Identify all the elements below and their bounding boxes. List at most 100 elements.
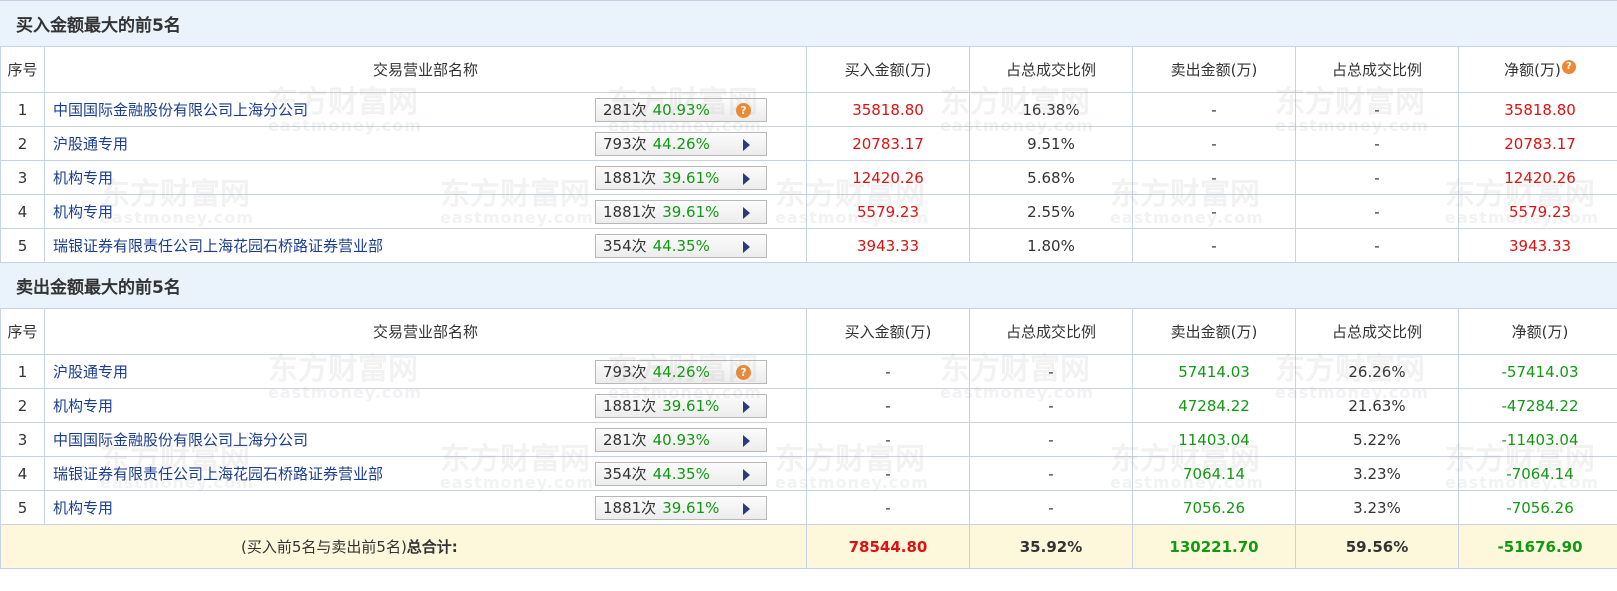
buy-amount: 5579.23: [806, 194, 970, 229]
row-number: 3: [0, 160, 45, 195]
broker-cell: 中国国际金融股份有限公司上海分公司 281次 40.93%: [44, 422, 807, 457]
buy-pct: -: [969, 422, 1133, 457]
play-arrow-icon[interactable]: [743, 469, 750, 481]
sell-section-title: 卖出金额最大的前5名: [0, 262, 1617, 309]
table-row: 4 瑞银证券有限责任公司上海花园石桥路证券营业部 354次 44.35% - -7064.…: [0, 456, 1617, 491]
broker-name[interactable]: 瑞银证券有限责任公司上海花园石桥路证券营业部: [53, 463, 383, 484]
buy-amount: 35818.80: [806, 92, 970, 127]
net-amount: -47284.22: [1457, 388, 1617, 423]
broker-cell: 机构专用 1881次 39.61%: [44, 388, 807, 423]
win-rate: 39.61%: [662, 169, 720, 187]
sell-amount: -: [1132, 194, 1296, 229]
win-rate: 44.35%: [652, 465, 710, 483]
broker-stats-button[interactable]: 1881次 39.61%: [595, 496, 767, 520]
win-rate: 40.93%: [652, 101, 710, 119]
net-amount: 20783.17: [1457, 126, 1617, 161]
buy-pct: -: [969, 354, 1133, 389]
table-row: 3 机构专用 1881次 39.61% 12420.26 5.68% - -12420.26: [0, 160, 1617, 195]
broker-cell: 沪股通专用 793次 44.26%: [44, 126, 807, 161]
list-count: 281次: [603, 101, 647, 119]
broker-name[interactable]: 瑞银证券有限责任公司上海花园石桥路证券营业部: [53, 235, 383, 256]
broker-stats-button[interactable]: 354次 44.35%: [595, 234, 767, 258]
play-arrow-icon[interactable]: [743, 139, 750, 151]
row-number: 3: [0, 422, 45, 457]
play-arrow-icon[interactable]: [743, 435, 750, 447]
header-sell: 卖出金额(万): [1132, 308, 1296, 355]
header-net: 净额(万)?: [1457, 46, 1617, 93]
play-arrow-icon[interactable]: [743, 173, 750, 185]
buy-amount: 20783.17: [806, 126, 970, 161]
row-number: 2: [0, 388, 45, 423]
play-arrow-icon[interactable]: [743, 207, 750, 219]
broker-cell: 机构专用 1881次 39.61%: [44, 490, 807, 525]
sell-pct: 21.63%: [1295, 388, 1459, 423]
sell-pct: -: [1295, 92, 1459, 127]
help-icon[interactable]: ?: [1561, 60, 1576, 74]
broker-name[interactable]: 机构专用: [53, 395, 113, 416]
list-count: 1881次: [603, 397, 657, 415]
header-sell: 卖出金额(万): [1132, 46, 1296, 93]
sell-amount: 57414.03: [1132, 354, 1296, 389]
list-count: 1881次: [603, 169, 657, 187]
table-row: 1 沪股通专用 793次 44.26%? - -57414.03 26.26% -57414.…: [0, 354, 1617, 389]
broker-stats-button[interactable]: 1881次 39.61%: [595, 200, 767, 224]
table-row: 2 机构专用 1881次 39.61% - -47284.22 21.63% -47284.2…: [0, 388, 1617, 423]
buy-amount: 12420.26: [806, 160, 970, 195]
help-icon[interactable]: ?: [736, 103, 751, 118]
table-row: 2 沪股通专用 793次 44.26% 20783.17 9.51% - -20783.17: [0, 126, 1617, 161]
broker-stats-button[interactable]: 793次 44.26%: [595, 132, 767, 156]
total-label-bold: 总合计:: [406, 538, 458, 556]
broker-name[interactable]: 机构专用: [53, 497, 113, 518]
buy-amount: -: [806, 456, 970, 491]
help-icon[interactable]: ?: [736, 365, 751, 380]
row-number: 2: [0, 126, 45, 161]
total-label-prefix: (买入前5名与卖出前5名): [241, 538, 407, 556]
sell-amount: -: [1132, 160, 1296, 195]
play-arrow-icon[interactable]: [743, 401, 750, 413]
buy-amount: -: [806, 354, 970, 389]
list-count: 1881次: [603, 203, 657, 221]
sell-amount: 11403.04: [1132, 422, 1296, 457]
play-arrow-icon[interactable]: [743, 241, 750, 253]
sell-pct: 3.23%: [1295, 456, 1459, 491]
buy-pct: 5.68%: [969, 160, 1133, 195]
table-row: 1 中国国际金融股份有限公司上海分公司 281次 40.93%? 35818.80 16.…: [0, 92, 1617, 127]
buy-pct: 2.55%: [969, 194, 1133, 229]
total-label: (买入前5名与卖出前5名)总合计:: [0, 524, 807, 569]
header-no: 序号: [0, 46, 45, 93]
sell-amount: -: [1132, 228, 1296, 263]
win-rate: 39.61%: [662, 397, 720, 415]
total-sell: 130221.70: [1132, 524, 1296, 569]
list-count: 354次: [603, 237, 647, 255]
broker-name[interactable]: 中国国际金融股份有限公司上海分公司: [53, 429, 308, 450]
total-net: -51676.90: [1457, 524, 1617, 569]
broker-stats-button[interactable]: 281次 40.93%?: [595, 98, 767, 122]
header-sell-pct: 占总成交比例: [1295, 46, 1459, 93]
broker-stats-button[interactable]: 793次 44.26%?: [595, 360, 767, 384]
broker-name[interactable]: 机构专用: [53, 167, 113, 188]
broker-cell: 中国国际金融股份有限公司上海分公司 281次 40.93%?: [44, 92, 807, 127]
broker-cell: 沪股通专用 793次 44.26%?: [44, 354, 807, 389]
list-count: 281次: [603, 431, 647, 449]
net-amount: 3943.33: [1457, 228, 1617, 263]
buy-pct: 1.80%: [969, 228, 1133, 263]
broker-name[interactable]: 沪股通专用: [53, 361, 128, 382]
sell-pct: -: [1295, 228, 1459, 263]
broker-stats-button[interactable]: 281次 40.93%: [595, 428, 767, 452]
broker-name[interactable]: 沪股通专用: [53, 133, 128, 154]
broker-cell: 机构专用 1881次 39.61%: [44, 194, 807, 229]
buy-pct: -: [969, 490, 1133, 525]
header-no: 序号: [0, 308, 45, 355]
broker-cell: 机构专用 1881次 39.61%: [44, 160, 807, 195]
row-number: 5: [0, 228, 45, 263]
play-arrow-icon[interactable]: [743, 503, 750, 515]
sell-pct: 3.23%: [1295, 490, 1459, 525]
broker-stats-button[interactable]: 354次 44.35%: [595, 462, 767, 486]
buy-section-title: 买入金额最大的前5名: [0, 0, 1617, 47]
broker-name[interactable]: 中国国际金融股份有限公司上海分公司: [53, 99, 308, 120]
broker-stats-button[interactable]: 1881次 39.61%: [595, 166, 767, 190]
win-rate: 44.26%: [652, 135, 710, 153]
sell-pct: 5.22%: [1295, 422, 1459, 457]
broker-name[interactable]: 机构专用: [53, 201, 113, 222]
broker-stats-button[interactable]: 1881次 39.61%: [595, 394, 767, 418]
